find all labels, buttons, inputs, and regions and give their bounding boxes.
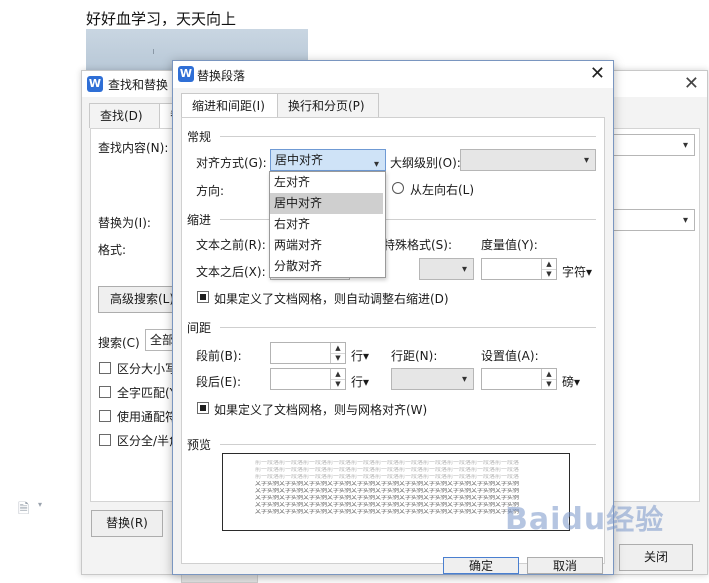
ltr-radio[interactable] (392, 182, 404, 194)
ok-button[interactable]: 确定 (443, 557, 519, 574)
section-general: 常规 (187, 130, 212, 144)
snap-to-grid-checkbox[interactable] (197, 402, 209, 414)
replace-label: 替换为(I): (98, 216, 151, 230)
chevron-down-icon[interactable]: ▾ (462, 264, 467, 275)
alignment-option-distributed[interactable]: 分散对齐 (270, 256, 383, 277)
indent-before-label: 文本之前(R): (196, 238, 266, 252)
set-value-unit[interactable]: 磅▾ (562, 373, 580, 390)
find-replace-title: 查找和替换 (108, 78, 169, 92)
direction-label: 方向: (196, 184, 225, 198)
wildcard-checkbox[interactable] (99, 410, 111, 422)
whole-word-label: 全字匹配(Y (117, 386, 178, 400)
tab-line-page-break[interactable]: 换行和分页(P) (277, 93, 379, 118)
preview-sample-line: 文字实例文字实例文字实例文字实例文字实例文字实例文字实例文字实例文字实例文字实例… (255, 481, 520, 486)
section-indent: 缩进 (187, 213, 212, 227)
tab-label: 缩进和间距(I) (192, 99, 265, 113)
auto-right-indent-checkbox[interactable] (197, 291, 209, 303)
document-heading: 好好血学习，天天向上 (86, 10, 237, 28)
spin-down-icon[interactable]: ▼ (541, 269, 556, 279)
chevron-down-icon[interactable]: ▾ (683, 140, 688, 151)
whole-word-checkbox[interactable] (99, 386, 111, 398)
find-label: 查找内容(N): (98, 141, 169, 155)
snap-to-grid-label: 如果定义了文档网格，则与网格对齐(W) (214, 403, 428, 417)
divider (220, 327, 596, 328)
chevron-down-icon[interactable]: ▾ (683, 215, 688, 226)
tab-label: 换行和分页(P) (288, 99, 365, 113)
auto-right-indent-label: 如果定义了文档网格，则自动调整右缩进(D) (214, 292, 449, 306)
preview-sample-line: 文字实例文字实例文字实例文字实例文字实例文字实例文字实例文字实例文字实例文字实例… (255, 502, 520, 507)
close-button[interactable]: 关闭 (619, 544, 693, 571)
paragraph-titlebar: W 替换段落 ✕ (173, 61, 613, 88)
outline-level-label: 大纲级别(O): (390, 156, 461, 170)
close-icon[interactable]: ✕ (684, 73, 699, 94)
alignment-select[interactable]: 居中对齐 ▾ (270, 149, 386, 171)
chevron-down-icon[interactable]: ▾ (38, 500, 42, 509)
chevron-down-icon[interactable]: ▾ (584, 155, 589, 166)
wildcard-label: 使用通配符 (117, 410, 178, 424)
alignment-option-left[interactable]: 左对齐 (270, 172, 383, 193)
measure-stepper[interactable]: ▲ ▼ (481, 258, 557, 280)
preview-prev-line: 前一段落前一段落前一段落前一段落前一段落前一段落前一段落前一段落前一段落前一段落… (255, 474, 520, 479)
match-case-label: 区分大小写 (117, 362, 178, 376)
tab-label: 查找(D) (100, 109, 143, 123)
preview-prev-line: 前一段落前一段落前一段落前一段落前一段落前一段落前一段落前一段落前一段落前一段落… (255, 467, 520, 472)
space-after-stepper[interactable]: ▲ ▼ (270, 368, 346, 390)
document-icon[interactable]: 🗎 (18, 498, 32, 517)
replace-button[interactable]: 替换(R) (91, 510, 163, 537)
tab-indent-spacing[interactable]: 缩进和间距(I) (181, 93, 284, 118)
ltr-label: 从左向右(L) (410, 183, 475, 197)
space-before-unit[interactable]: 行▾ (351, 347, 369, 364)
alignment-dropdown: 左对齐 居中对齐 右对齐 两端对齐 分散对齐 (269, 171, 386, 278)
close-icon[interactable]: ✕ (590, 63, 605, 84)
spin-down-icon[interactable]: ▼ (330, 353, 345, 363)
preview-sample-line: 文字实例文字实例文字实例文字实例文字实例文字实例文字实例文字实例文字实例文字实例… (255, 488, 520, 493)
paragraph-title: 替换段落 (197, 69, 246, 83)
width-sensitive-checkbox[interactable] (99, 434, 111, 446)
alignment-label: 对齐方式(G): (196, 156, 267, 170)
preview-sample-line: 文字实例文字实例文字实例文字实例文字实例文字实例文字实例文字实例文字实例文字实例… (255, 509, 520, 514)
tab-find[interactable]: 查找(D) (89, 103, 169, 128)
space-after-unit[interactable]: 行▾ (351, 373, 369, 390)
search-label: 搜索(C) (98, 336, 140, 350)
section-preview: 预览 (187, 438, 212, 452)
paragraph-panel: 常规 对齐方式(G): 居中对齐 ▾ 大纲级别(O): ▾ 方向: 从左向右(L… (181, 117, 605, 564)
space-before-stepper[interactable]: ▲ ▼ (270, 342, 346, 364)
divider (220, 444, 596, 445)
divider (220, 136, 596, 137)
replace-input[interactable]: ▾ (611, 209, 695, 231)
alignment-value: 居中对齐 (275, 153, 324, 167)
match-case-checkbox[interactable] (99, 362, 111, 374)
set-value-stepper[interactable]: ▲ ▼ (481, 368, 557, 390)
indent-after-label: 文本之后(X): (196, 265, 266, 279)
outline-level-select[interactable]: ▾ (460, 149, 596, 171)
alignment-option-justify[interactable]: 两端对齐 (270, 235, 383, 256)
spin-down-icon[interactable]: ▼ (330, 379, 345, 389)
alignment-option-right[interactable]: 右对齐 (270, 214, 383, 235)
special-format-label: 特殊格式(S): (383, 238, 453, 252)
measure-label: 度量值(Y): (481, 238, 538, 252)
space-before-label: 段前(B): (196, 349, 242, 363)
find-input[interactable]: ▾ (611, 134, 695, 156)
alignment-option-center[interactable]: 居中对齐 (270, 193, 383, 214)
cancel-button[interactable]: 取消 (527, 557, 603, 574)
watermark: Baidu经验 (505, 498, 664, 538)
line-spacing-label: 行距(N): (391, 349, 438, 363)
preview-prev-line: 前一段落前一段落前一段落前一段落前一段落前一段落前一段落前一段落前一段落前一段落… (255, 460, 520, 465)
format-label: 格式: (98, 243, 127, 257)
preview-sample-line: 文字实例文字实例文字实例文字实例文字实例文字实例文字实例文字实例文字实例文字实例… (255, 495, 520, 500)
set-value-label: 设置值(A): (481, 349, 539, 363)
section-spacing: 间距 (187, 321, 212, 335)
measure-unit[interactable]: 字符▾ (562, 263, 592, 280)
wps-logo-icon: W (178, 66, 194, 82)
chevron-down-icon[interactable]: ▾ (462, 374, 467, 385)
spin-down-icon[interactable]: ▼ (541, 379, 556, 389)
watermark-brand: Baidu (505, 502, 607, 537)
watermark-suffix: 经验 (606, 503, 665, 536)
space-after-label: 段后(E): (196, 375, 241, 389)
wps-logo-icon: W (87, 76, 103, 92)
special-format-select[interactable]: ▾ (419, 258, 474, 280)
line-spacing-select[interactable]: ▾ (391, 368, 474, 390)
